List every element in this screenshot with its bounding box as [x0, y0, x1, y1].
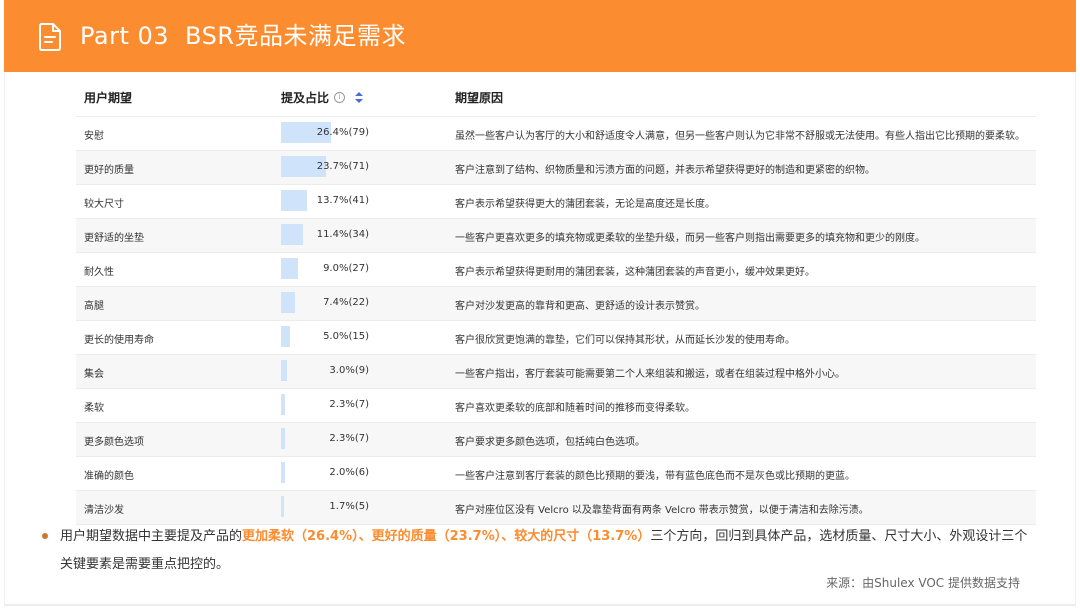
- need-cell: 耐久性: [84, 267, 114, 278]
- summary-prefix: 用户期望数据中主要提及产品的: [60, 529, 243, 544]
- need-cell: 高腿: [84, 301, 104, 312]
- reason-cell: 一些客户更喜欢更多的填充物或更柔软的坐垫升级，而另一些客户则指出需要更多的填充物…: [455, 233, 925, 244]
- table-header: 用户期望 提及占比 i 期望原因: [76, 78, 1036, 117]
- reason-cell: 客户表示希望获得更大的蒲团套装，无论是高度还是长度。: [455, 199, 715, 210]
- reason-cell: 客户表示希望获得更耐用的蒲团套装，这种蒲团套装的声音更小，缓冲效果更好。: [455, 267, 815, 278]
- reason-cell: 客户很欣赏更饱满的靠垫，它们可以保持其形状，从而延长沙发的使用寿命。: [455, 335, 795, 346]
- reason-cell: 客户对座位区没有 Velcro 以及靠垫背面有两条 Velcro 带表示赞赏，以…: [455, 505, 869, 516]
- table-row: 更长的使用寿命 5.0%(15) 客户很欣赏更饱满的靠垫，它们可以保持其形状，从而延…: [76, 321, 1036, 355]
- document-icon: [39, 23, 61, 51]
- need-cell: 更长的使用寿命: [84, 335, 154, 346]
- need-cell: 安慰: [84, 131, 104, 142]
- pct-cell: 2.3%(7): [329, 399, 369, 410]
- column-header-reason: 期望原因: [455, 91, 504, 105]
- source-note: 来源：由Shulex VOC 提供数据支持: [826, 576, 1020, 590]
- need-cell: 清洁沙发: [84, 505, 124, 516]
- table-row: 较大尺寸 13.7%(41) 客户表示希望获得更大的蒲团套装，无论是高度还是长度。: [76, 185, 1036, 219]
- info-icon[interactable]: i: [334, 92, 346, 103]
- pct-cell: 1.7%(5): [329, 501, 369, 512]
- need-cell: 更多颜色选项: [84, 437, 144, 448]
- table-row: 更多颜色选项 2.3%(7) 客户要求更多颜色选项，包括纯白色选项。: [76, 423, 1036, 457]
- pct-cell: 26.4%(79): [316, 127, 369, 138]
- table-row: 安慰 26.4%(79) 虽然一些客户认为客厅的大小和舒适度令人满意，但另一些客户则…: [76, 117, 1036, 151]
- slide-header: Part 03 BSR竞品未满足需求: [4, 0, 1076, 72]
- need-cell: 准确的颜色: [84, 471, 134, 482]
- need-cell: 集会: [84, 369, 104, 380]
- table-row: 清洁沙发 1.7%(5) 客户对座位区没有 Velcro 以及靠垫背面有两条 Vel…: [76, 491, 1036, 525]
- pct-cell: 23.7%(71): [316, 161, 369, 172]
- pct-cell: 13.7%(41): [316, 195, 369, 206]
- pct-cell: 9.0%(27): [323, 263, 369, 274]
- table-row: 更舒适的坐垫 11.4%(34) 一些客户更喜欢更多的填充物或更柔软的坐垫升级，而另…: [76, 219, 1036, 253]
- table-row: 集会 3.0%(9) 一些客户指出，客厅套装可能需要第二个人来组装和搬运，或者在组装…: [76, 355, 1036, 389]
- pct-cell: 2.3%(7): [329, 433, 369, 444]
- reason-cell: 客户喜欢更柔软的底部和随着时间的推移而变得柔软。: [455, 403, 695, 414]
- table-row: 耐久性 9.0%(27) 客户表示希望获得更耐用的蒲团套装，这种蒲团套装的声音更小，…: [76, 253, 1036, 287]
- need-cell: 更舒适的坐垫: [84, 233, 144, 244]
- reason-cell: 客户注意到了结构、织物质量和污渍方面的问题，并表示希望获得更好的制造和更紧密的织…: [455, 165, 875, 176]
- need-cell: 更好的质量: [84, 165, 134, 176]
- need-cell: 较大尺寸: [84, 199, 124, 210]
- pct-cell: 11.4%(34): [316, 229, 369, 240]
- column-header-pct[interactable]: 提及占比 i: [281, 89, 364, 106]
- expectation-table: 用户期望 提及占比 i 期望原因 安慰 26.4%(79) 虽然一些客户认为客厅的大…: [76, 78, 1036, 525]
- pct-cell: 7.4%(22): [323, 297, 369, 308]
- pct-cell: 3.0%(9): [329, 365, 369, 376]
- reason-cell: 一些客户注意到客厅套装的颜色比预期的要浅，带有蓝色底色而不是灰色或比预期的更蓝。: [455, 471, 855, 482]
- column-header-pct-label: 提及占比: [281, 91, 330, 105]
- reason-cell: 客户对沙发更高的靠背和更高、更舒适的设计表示赞赏。: [455, 301, 705, 312]
- pct-cell: 5.0%(15): [323, 331, 369, 342]
- table-row: 更好的质量 23.7%(71) 客户注意到了结构、织物质量和污渍方面的问题，并表示希…: [76, 151, 1036, 185]
- table-body: 安慰 26.4%(79) 虽然一些客户认为客厅的大小和舒适度令人满意，但另一些客户则…: [76, 117, 1036, 525]
- bullet-dot: [42, 533, 48, 539]
- reason-cell: 一些客户指出，客厅套装可能需要第二个人来组装和搬运，或者在组装过程中格外小心。: [455, 369, 845, 380]
- summary-text: 用户期望数据中主要提及产品的更加柔软（26.4%）、更好的质量（23.7%）、较…: [60, 523, 1040, 579]
- page-title: Part 03 BSR竞品未满足需求: [80, 18, 406, 54]
- column-header-need: 用户期望: [84, 91, 133, 105]
- summary-highlight: 更加柔软（26.4%）、更好的质量（23.7%）、较大的尺寸（13.7%）: [242, 529, 651, 544]
- pct-cell: 2.0%(6): [329, 467, 369, 478]
- sort-icon[interactable]: [355, 91, 364, 104]
- need-cell: 柔软: [84, 403, 104, 414]
- part-label: Part 03: [80, 22, 170, 50]
- table-row: 柔软 2.3%(7) 客户喜欢更柔软的底部和随着时间的推移而变得柔软。: [76, 389, 1036, 423]
- title-text: BSR竞品未满足需求: [185, 22, 406, 50]
- table-row: 高腿 7.4%(22) 客户对沙发更高的靠背和更高、更舒适的设计表示赞赏。: [76, 287, 1036, 321]
- reason-cell: 客户要求更多颜色选项，包括纯白色选项。: [455, 437, 645, 448]
- reason-cell: 虽然一些客户认为客厅的大小和舒适度令人满意，但另一些客户则认为它非常不舒服或无法…: [455, 131, 1025, 142]
- table-row: 准确的颜色 2.0%(6) 一些客户注意到客厅套装的颜色比预期的要浅，带有蓝色底色而…: [76, 457, 1036, 491]
